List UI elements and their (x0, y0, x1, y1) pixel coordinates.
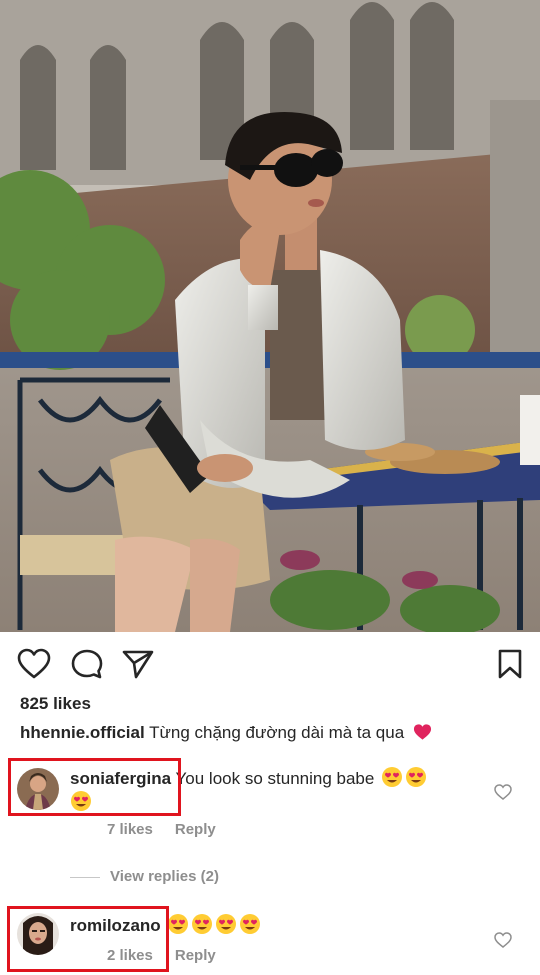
comment-bubble-icon[interactable] (70, 648, 104, 680)
paper-plane-icon[interactable] (121, 648, 155, 680)
heart-eyes-emoji (381, 766, 403, 788)
heart-eyes-emoji (405, 766, 427, 788)
view-replies-button[interactable]: View replies (2) (70, 868, 219, 885)
divider (70, 876, 100, 878)
comment-meta: 2 likes Reply (107, 947, 238, 964)
likes-count[interactable]: 825 likes (20, 694, 91, 714)
caption-username[interactable]: hhennie.official (20, 723, 145, 742)
red-heart-icon (413, 723, 432, 741)
comment-meta: 7 likes Reply (107, 821, 238, 838)
reply-button[interactable]: Reply (175, 947, 216, 964)
heart-eyes-emoji (191, 913, 213, 935)
comment-item: romilozano 2 likes Reply (0, 900, 540, 970)
avatar[interactable] (17, 768, 59, 810)
heart-eyes-emoji (70, 790, 92, 812)
post-photo[interactable] (0, 0, 540, 632)
comment-body: soniafergina You look so stunning babe (70, 766, 480, 814)
comment-text: You look so stunning babe (175, 769, 375, 788)
comment-item: soniafergina You look so stunning babe 7… (0, 756, 540, 856)
caption-text: Từng chặng đường dài mà ta qua (149, 723, 405, 742)
heart-outline-icon[interactable] (17, 648, 51, 680)
post-caption: hhennie.official Từng chặng đường dài mà… (20, 723, 432, 743)
comment-username[interactable]: romilozano (70, 916, 161, 935)
comment-likes[interactable]: 7 likes (107, 821, 153, 838)
bookmark-icon[interactable] (495, 648, 525, 680)
comment-username[interactable]: soniafergina (70, 769, 171, 788)
view-replies-label: View replies (2) (110, 868, 219, 885)
heart-eyes-emoji (239, 913, 261, 935)
reply-button[interactable]: Reply (175, 821, 216, 838)
heart-eyes-emoji (167, 913, 189, 935)
comment-like-icon[interactable] (494, 784, 512, 800)
avatar[interactable] (17, 913, 59, 955)
heart-eyes-emoji (215, 913, 237, 935)
comment-likes[interactable]: 2 likes (107, 947, 153, 964)
post-action-bar (0, 632, 540, 694)
comment-like-icon[interactable] (494, 932, 512, 948)
comment-body: romilozano (70, 913, 480, 937)
